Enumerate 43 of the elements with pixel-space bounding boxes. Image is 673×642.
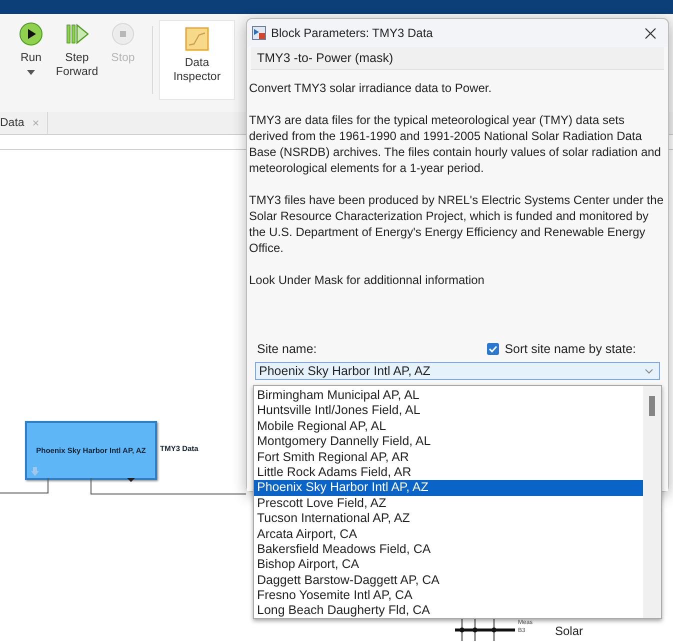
document-tab[interactable]: Data ×	[0, 112, 48, 134]
block-icon	[252, 26, 266, 40]
close-button[interactable]	[643, 26, 658, 40]
dropdown-option[interactable]: Fresno Yosemite Intl AP, CA	[254, 588, 643, 604]
dialog-title: Block Parameters: TMY3 Data	[271, 26, 434, 40]
checkmark-icon	[486, 343, 499, 355]
dropdown-option[interactable]: Prescott Love Field, AZ	[254, 496, 643, 512]
dropdown-option[interactable]: Tucson International AP, AZ	[254, 511, 643, 527]
signal-line	[0, 478, 48, 494]
scrollbar[interactable]	[643, 386, 661, 618]
dropdown-option[interactable]: Bakersfield Meadows Field, CA	[254, 542, 643, 558]
step-forward-button[interactable]: Step Forward	[54, 14, 100, 112]
mask-title: TMY3 -to- Power (mask)	[251, 47, 664, 70]
sort-checkbox[interactable]: Sort site name by state:	[486, 342, 636, 356]
dropdown-option[interactable]: Huntsville Intl/Jones Field, AL	[254, 403, 643, 419]
step-forward-icon	[65, 22, 89, 46]
description-paragraph: Convert TMY3 solar irradiance data to Power.	[249, 80, 493, 96]
dropdown-option[interactable]: Phoenix Sky Harbor Intl AP, AZ	[254, 480, 643, 496]
description-paragraph: Look Under Mask for additionnal information	[249, 272, 486, 288]
dropdown-option[interactable]: Arcata Airport, CA	[254, 526, 643, 542]
dropdown-option[interactable]: Mobile Regional AP, AL	[254, 418, 643, 434]
close-icon	[645, 28, 656, 38]
dropdown-option[interactable]: Little Rock Adams Field, AR	[254, 464, 643, 480]
scroll-thumb[interactable]	[649, 396, 655, 416]
dropdown-option[interactable]: Montgomery Dannelly Field, AL	[254, 434, 643, 450]
chevron-down-icon	[645, 368, 653, 374]
site-dropdown[interactable]: Phoenix Sky Harbor Intl AP, AZ	[255, 362, 660, 380]
data-inspector-icon	[185, 27, 209, 51]
down-arrow-icon	[31, 467, 39, 476]
dropdown-option[interactable]: Birmingham Municipal AP, AL	[254, 388, 643, 404]
run-icon	[19, 22, 43, 46]
dropdown-option[interactable]: Bishop Airport, CA	[254, 557, 643, 573]
dropdown-option[interactable]: Long Beach Daugherty Fld, CA	[254, 603, 643, 619]
description-paragraph: TMY3 are data files for the typical meteorological year (TMY) data sets derived from the 1961-1990 and 1991-2005 National Solar Radiation Data Base (NSRDB) archives. The files contain hourly values of solar radiation and meteorological elements for a 1-year period.	[249, 112, 662, 176]
field-label: Site name:	[257, 342, 318, 356]
run-button[interactable]: Run	[8, 14, 54, 112]
dropdown-option[interactable]: Daggett Barstow-Daggett AP, CA	[254, 572, 643, 588]
description-paragraph: TMY3 files have been produced by NREL's Electric Systems Center under the Solar Resource Characterization Project, which is funded and monitored by the U.S. Department of Energy's Energy Efficiency and Renewable Energy Office.	[249, 192, 664, 256]
stop-icon	[111, 22, 135, 46]
output-port-icon	[127, 478, 135, 482]
dropdown-option[interactable]: Fort Smith Regional AP, AR	[254, 450, 643, 465]
data-inspector-button[interactable]: Data Inspector	[159, 20, 235, 100]
bus-name: Solar	[555, 624, 584, 638]
